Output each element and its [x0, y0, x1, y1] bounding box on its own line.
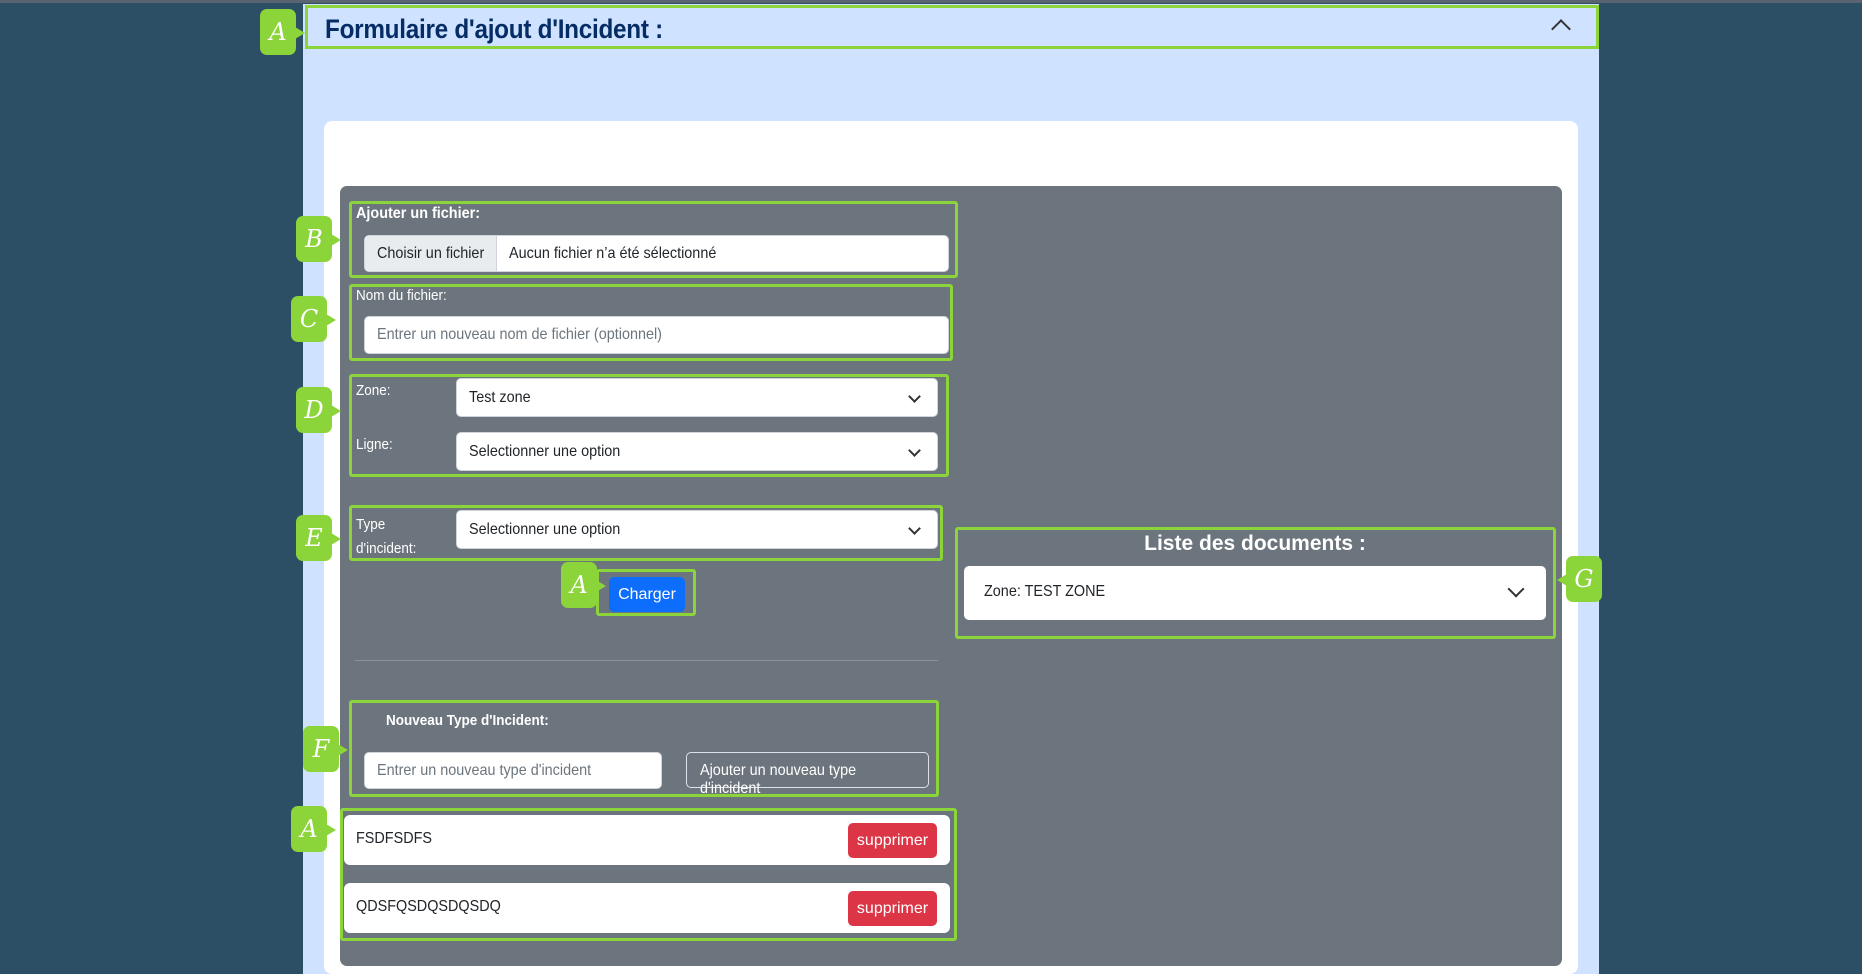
annotation-tag-d: D	[296, 387, 341, 433]
chevron-down-icon[interactable]	[1507, 580, 1525, 598]
incident-type-name: FSDFSDFS	[356, 830, 433, 847]
annotation-tag-b: B	[296, 216, 341, 262]
annotation-tag-a: A	[561, 562, 606, 608]
incident-type-name: QDSFQSDQSDQSDQ	[356, 898, 501, 915]
file-input[interactable]: Choisir un fichier Aucun fichier n’a été…	[364, 235, 949, 272]
page-title: Formulaire d'ajout d'Incident :	[325, 14, 664, 44]
annotation-tag-a: A	[260, 9, 305, 55]
annotation-tag-g: G	[1557, 556, 1602, 602]
annotation-tag-c: C	[291, 296, 336, 342]
documents-zone-label: Zone: TEST ZONE	[984, 583, 1106, 600]
annotation-tag-a: A	[291, 806, 336, 852]
delete-button[interactable]: supprimer	[848, 823, 937, 858]
new-incident-type-input[interactable]: Entrer un nouveau type d'incident	[364, 752, 662, 789]
charger-button[interactable]: Charger	[609, 577, 685, 612]
chevron-down-icon	[908, 443, 921, 457]
file-name-input[interactable]: Entrer un nouveau nom de fichier (option…	[364, 316, 949, 354]
ligne-label: Ligne:	[356, 436, 393, 453]
form-header[interactable]: Formulaire d'ajout d'Incident :	[305, 5, 1599, 49]
file-name-label: Nom du fichier:	[356, 287, 447, 304]
annotation-tag-e: E	[296, 515, 341, 561]
window-top-border	[0, 0, 1862, 3]
annotation-tag-f: F	[303, 726, 348, 772]
add-incident-type-button[interactable]: Ajouter un nouveau type d'incident	[686, 752, 929, 797]
delete-button[interactable]: supprimer	[848, 891, 937, 926]
zone-select[interactable]: Test zone	[456, 378, 938, 417]
incident-type-label: Type d'incident:	[356, 516, 417, 557]
incident-type-select[interactable]: Selectionner une option	[456, 510, 938, 549]
chevron-up-icon[interactable]	[1551, 19, 1571, 39]
documents-zone-accordion[interactable]: Zone: TEST ZONE	[964, 566, 1546, 620]
chevron-down-icon	[908, 521, 921, 535]
list-item: FSDFSDFS supprimer	[344, 815, 950, 865]
file-upload-label: Ajouter un fichier:	[356, 205, 481, 222]
file-status-text: Aucun fichier n’a été sélectionné	[509, 244, 717, 262]
documents-title: Liste des documents :	[1144, 532, 1366, 555]
new-incident-type-label: Nouveau Type d'Incident:	[386, 712, 549, 729]
choose-file-button[interactable]: Choisir un fichier	[365, 236, 497, 271]
zone-label: Zone:	[356, 382, 391, 399]
chevron-down-icon	[908, 389, 921, 403]
ligne-select[interactable]: Selectionner une option	[456, 432, 938, 471]
divider	[355, 660, 938, 661]
list-item: QDSFQSDQSDQSDQ supprimer	[344, 883, 950, 933]
